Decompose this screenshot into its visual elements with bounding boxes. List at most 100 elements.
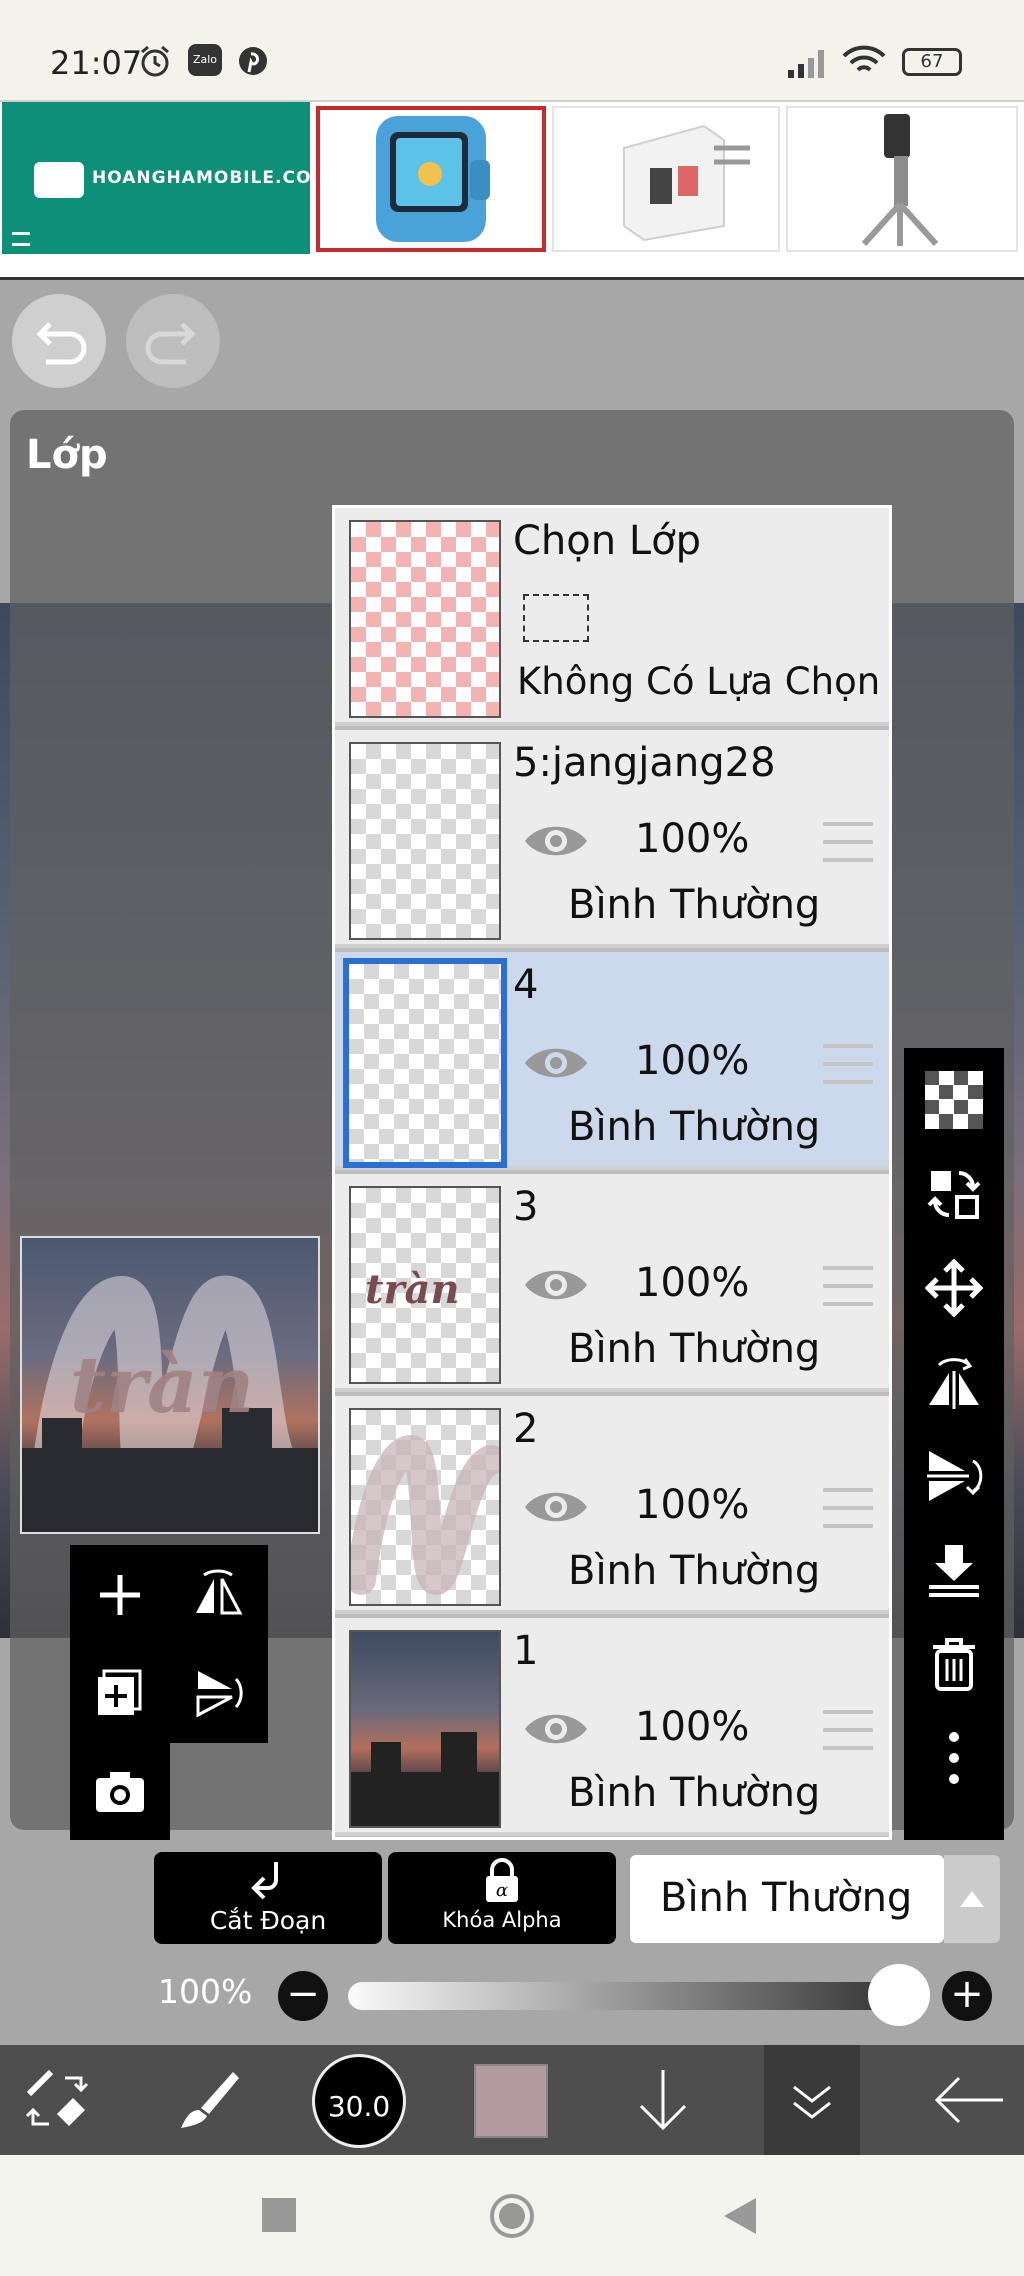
selection-status: Không Có Lựa Chọn [517,660,881,703]
alpha-lock-button[interactable]: α Khóa Alpha [388,1852,616,1944]
layer-name: 2 [513,1406,539,1452]
layer-thumbnail-stroke [346,1434,506,1596]
add-layer-icon[interactable] [90,1565,150,1625]
blend-mode-value: Bình Thường [660,1875,913,1921]
redo-button[interactable] [126,294,220,388]
layer-thumbnail-text: tràn [365,1266,460,1313]
move-button[interactable] [904,1240,1004,1336]
panel-title: Lớp [26,432,108,478]
arrow-down-icon [639,2070,687,2131]
flip-vertical-icon[interactable] [188,1663,248,1723]
battery-icon: 67 [902,48,962,76]
opacity-slider-knob[interactable] [868,1964,930,2026]
layer-opacity: 100% [635,1038,750,1084]
layer-blend-mode: Bình Thường [568,1548,821,1594]
layers-button[interactable] [764,2045,860,2155]
layer-thumbnail-skyline [351,1732,499,1826]
brush-icon [181,2072,239,2128]
layer-thumbnail [349,1630,501,1828]
gimbal-image [861,114,939,247]
preview-text: tràn [70,1340,255,1431]
zalo-icon: Zalo [188,44,222,76]
merge-down-button[interactable] [904,1522,1004,1618]
layer-list[interactable]: Chọn Lớp Không Có Lựa Chọn 5:jangjang28 … [332,505,892,1840]
flip-horizontal-icon[interactable] [188,1565,248,1625]
menu-icon[interactable] [12,232,30,246]
opacity-label: 100% [158,1972,253,2011]
visibility-eye-icon[interactable] [521,1040,591,1086]
opacity-slider[interactable] [348,1982,898,2010]
arrow-left-icon [934,2076,1003,2124]
undo-button[interactable] [12,294,106,388]
layer-name: 4 [513,962,539,1008]
layer-thumbnail [343,958,507,1168]
layer-name: 3 [513,1184,539,1230]
drag-handle-icon[interactable] [823,1266,873,1306]
recents-button[interactable] [262,2198,296,2232]
visibility-eye-icon[interactable] [521,1484,591,1530]
alarm-icon [141,45,169,77]
drag-handle-icon[interactable] [823,1044,873,1084]
camera-icon[interactable] [90,1762,150,1822]
layer-row[interactable]: 2 100% Bình Thường [335,1396,889,1614]
layer-actions-toolbar [904,1048,1004,1840]
selection-thumbnail [349,520,501,718]
layer-row[interactable]: tràn 3 100% Bình Thường [335,1174,889,1392]
more-options-button[interactable] [904,1710,1004,1806]
drag-handle-icon[interactable] [823,1710,873,1750]
drag-handle-icon[interactable] [823,822,873,862]
drag-handle-icon[interactable] [823,1488,873,1528]
layer-thumbnail [349,742,501,940]
clipping-arrow-icon [251,1862,278,1900]
layer-opacity: 100% [635,1260,750,1306]
redo-icon [145,322,196,365]
brush-tool-button[interactable] [164,2055,254,2145]
layer-thumbnail [346,1408,506,1606]
alpha-lock-label: Khóa Alpha [442,1908,562,1932]
duplicate-layer-icon[interactable] [90,1663,150,1723]
ad-product-charger[interactable] [552,106,780,252]
home-button[interactable] [488,2192,536,2240]
delete-layer-button[interactable] [904,1616,1004,1712]
charger-image [623,124,750,242]
smartwatch-image [376,116,490,242]
blend-mode-dropdown-button[interactable] [944,1855,1000,1943]
brush-size-value: 30.0 [327,2090,391,2123]
blend-mode-select[interactable]: Bình Thường [630,1855,944,1943]
ad-product-gimbal[interactable] [786,106,1018,252]
layer-blend-mode: Bình Thường [568,1326,821,1372]
opacity-decrease-button[interactable]: − [278,1971,328,2021]
swap-icon [927,1171,981,1219]
svg-text:α: α [496,1880,508,1901]
wifi-icon [842,45,886,72]
transparency-checker-button[interactable] [904,1052,1004,1148]
tool-switch-button[interactable] [12,2055,102,2145]
chevrons-down-icon [793,2085,831,2119]
back-button[interactable] [924,2055,1014,2145]
flip-horizontal-button[interactable] [904,1334,1004,1430]
trash-icon [933,1638,975,1691]
checkerboard-icon [925,1071,983,1129]
back-nav-button[interactable] [722,2196,758,2236]
layer-down-button[interactable] [618,2055,708,2145]
clipping-button[interactable]: Cắt Đoạn [154,1852,382,1944]
layer-name: 1 [513,1628,539,1674]
clipping-label: Cắt Đoạn [209,1906,327,1935]
layer-row-selected[interactable]: 4 100% Bình Thường [335,952,889,1170]
layer-blend-mode: Bình Thường [568,882,821,928]
ad-product-smartwatch[interactable] [316,106,546,252]
selection-layer-row[interactable]: Chọn Lớp Không Có Lựa Chọn [335,508,889,726]
color-swatch[interactable] [474,2064,548,2138]
layer-row[interactable]: 1 100% Bình Thường [335,1618,889,1836]
flip-horizontal-icon [929,1358,979,1409]
layer-row[interactable]: 5:jangjang28 100% Bình Thường [335,730,889,948]
visibility-eye-icon[interactable] [521,1262,591,1308]
move-icon [925,1259,983,1317]
flip-vertical-button[interactable] [904,1428,1004,1524]
opacity-increase-button[interactable]: + [942,1971,992,2021]
swap-layer-button[interactable] [904,1146,1004,1242]
visibility-eye-icon[interactable] [521,818,591,864]
layer-blend-mode: Bình Thường [568,1770,821,1816]
visibility-eye-icon[interactable] [521,1706,591,1752]
lock-icon: α [486,1858,518,1902]
